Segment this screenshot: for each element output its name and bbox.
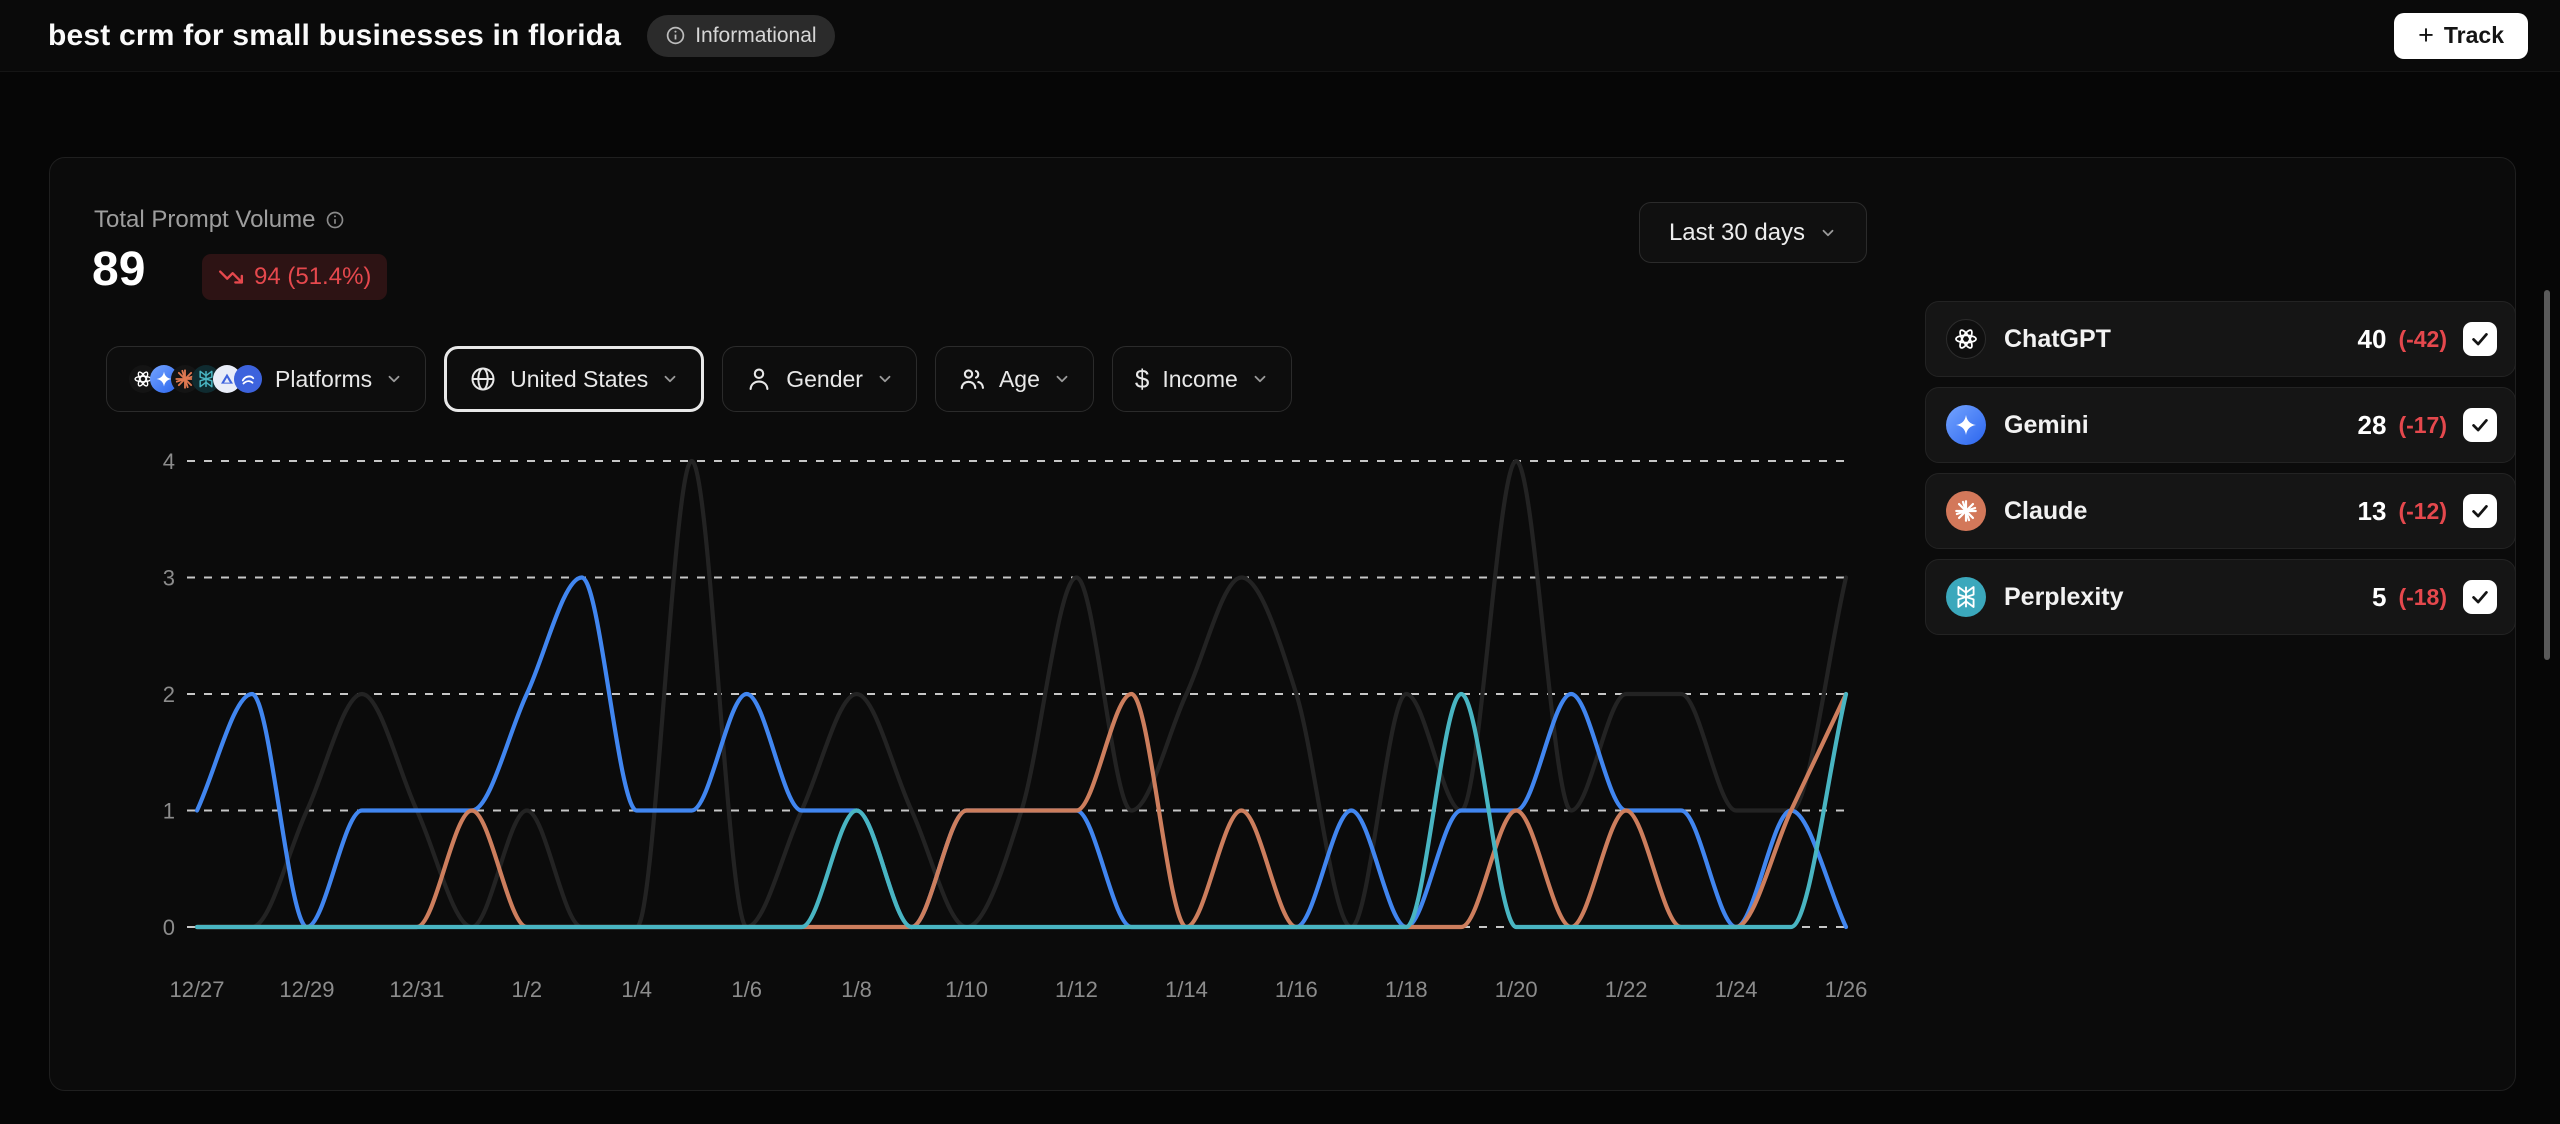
y-axis-tick: 2 [163, 682, 175, 707]
legend-item-chatgpt[interactable]: ChatGPT 40 (-42) [1925, 301, 2516, 377]
x-axis-tick: 1/2 [512, 977, 543, 1002]
legend-label: ChatGPT [2004, 325, 2111, 354]
platform-icon-stack [129, 365, 262, 393]
legend-value: 40 [2358, 324, 2387, 355]
claude-icon [1946, 491, 1986, 531]
chevron-down-icon [661, 370, 679, 388]
legend-label: Claude [2004, 497, 2087, 526]
filter-row: Platforms United States Gender [106, 346, 1292, 412]
track-button[interactable]: + Track [2394, 13, 2528, 59]
info-icon[interactable] [325, 210, 345, 230]
plus-icon: + [2418, 22, 2434, 49]
perplexity-icon [1946, 577, 1986, 617]
gender-filter-button[interactable]: Gender [722, 346, 917, 412]
x-axis-tick: 1/24 [1715, 977, 1758, 1002]
top-header: best crm for small businesses in florida… [0, 0, 2560, 72]
x-axis-tick: 1/4 [621, 977, 652, 1002]
y-axis-tick: 0 [163, 915, 175, 940]
metric-change-badge: 94 (51.4%) [202, 254, 387, 300]
legend-value: 5 [2372, 582, 2386, 613]
legend-change: (-17) [2398, 412, 2447, 439]
metric-label-row: Total Prompt Volume [94, 206, 345, 234]
y-axis-tick: 1 [163, 799, 175, 824]
x-axis-tick: 1/26 [1825, 977, 1868, 1002]
x-axis-tick: 1/16 [1275, 977, 1318, 1002]
x-axis-tick: 12/31 [389, 977, 444, 1002]
chevron-down-icon [876, 370, 894, 388]
app-window: best crm for small businesses in florida… [0, 0, 2560, 1124]
x-axis-tick: 12/27 [169, 977, 224, 1002]
check-icon [2469, 586, 2491, 608]
legend-checkbox[interactable] [2463, 322, 2497, 356]
x-axis-tick: 1/6 [731, 977, 762, 1002]
legend-checkbox[interactable] [2463, 580, 2497, 614]
country-filter-button[interactable]: United States [444, 346, 704, 412]
track-button-label: Track [2444, 22, 2504, 49]
chevron-down-icon [1251, 370, 1269, 388]
x-axis-tick: 1/22 [1605, 977, 1648, 1002]
y-axis-tick: 4 [163, 449, 175, 474]
legend-item-gemini[interactable]: Gemini 28 (-17) [1925, 387, 2516, 463]
dollar-icon: $ [1135, 364, 1149, 395]
income-filter-label: Income [1162, 366, 1237, 393]
chevron-down-icon [1053, 370, 1071, 388]
trend-down-icon [218, 264, 244, 290]
country-filter-label: United States [510, 366, 648, 393]
check-icon [2469, 328, 2491, 350]
x-axis-tick: 1/20 [1495, 977, 1538, 1002]
platform-icon-6 [234, 365, 262, 393]
x-axis-tick: 1/10 [945, 977, 988, 1002]
x-axis-tick: 1/18 [1385, 977, 1428, 1002]
check-icon [2469, 500, 2491, 522]
people-icon [958, 365, 986, 393]
date-range-value: Last 30 days [1669, 219, 1805, 247]
chevron-down-icon [1819, 224, 1837, 242]
platform-legend: ChatGPT 40 (-42) Gemini 28 (-17) [1925, 301, 2516, 635]
chatgpt-icon [1946, 319, 1986, 359]
legend-value: 13 [2358, 496, 2387, 527]
scrollbar[interactable] [2544, 290, 2550, 660]
platforms-filter-label: Platforms [275, 366, 372, 393]
check-icon [2469, 414, 2491, 436]
x-axis-tick: 1/8 [841, 977, 872, 1002]
gender-filter-label: Gender [786, 366, 863, 393]
legend-checkbox[interactable] [2463, 494, 2497, 528]
prompt-volume-chart[interactable]: 0 1 2 3 4 12/27 12/29 12/31 1/2 1/4 1/6 1/8 1/10 1/12… [151, 441, 1891, 1021]
metric-value: 89 [92, 242, 145, 297]
legend-change: (-12) [2398, 498, 2447, 525]
legend-item-perplexity[interactable]: Perplexity 5 (-18) [1925, 559, 2516, 635]
income-filter-button[interactable]: $ Income [1112, 346, 1292, 412]
x-axis-tick: 12/29 [279, 977, 334, 1002]
legend-change: (-42) [2398, 326, 2447, 353]
legend-value: 28 [2358, 410, 2387, 441]
globe-icon [469, 365, 497, 393]
date-range-select[interactable]: Last 30 days [1639, 202, 1867, 263]
metric-label: Total Prompt Volume [94, 206, 315, 234]
person-icon [745, 365, 773, 393]
prompt-volume-card: Total Prompt Volume 89 94 (51.4%) Last 3… [49, 157, 2516, 1091]
legend-checkbox[interactable] [2463, 408, 2497, 442]
info-icon [665, 25, 686, 46]
legend-item-claude[interactable]: Claude 13 (-12) [1925, 473, 2516, 549]
chevron-down-icon [385, 370, 403, 388]
x-axis-tick: 1/14 [1165, 977, 1208, 1002]
x-axis-tick: 1/12 [1055, 977, 1098, 1002]
age-filter-button[interactable]: Age [935, 346, 1094, 412]
platforms-filter-button[interactable]: Platforms [106, 346, 426, 412]
legend-label: Perplexity [2004, 583, 2124, 612]
age-filter-label: Age [999, 366, 1040, 393]
gemini-icon [1946, 405, 1986, 445]
metric-change-value: 94 (51.4%) [254, 263, 371, 291]
y-axis-tick: 3 [163, 566, 175, 591]
legend-change: (-18) [2398, 584, 2447, 611]
intent-badge: Informational [647, 15, 834, 57]
intent-badge-label: Informational [695, 24, 816, 48]
page-title: best crm for small businesses in florida [48, 19, 621, 53]
legend-label: Gemini [2004, 411, 2089, 440]
